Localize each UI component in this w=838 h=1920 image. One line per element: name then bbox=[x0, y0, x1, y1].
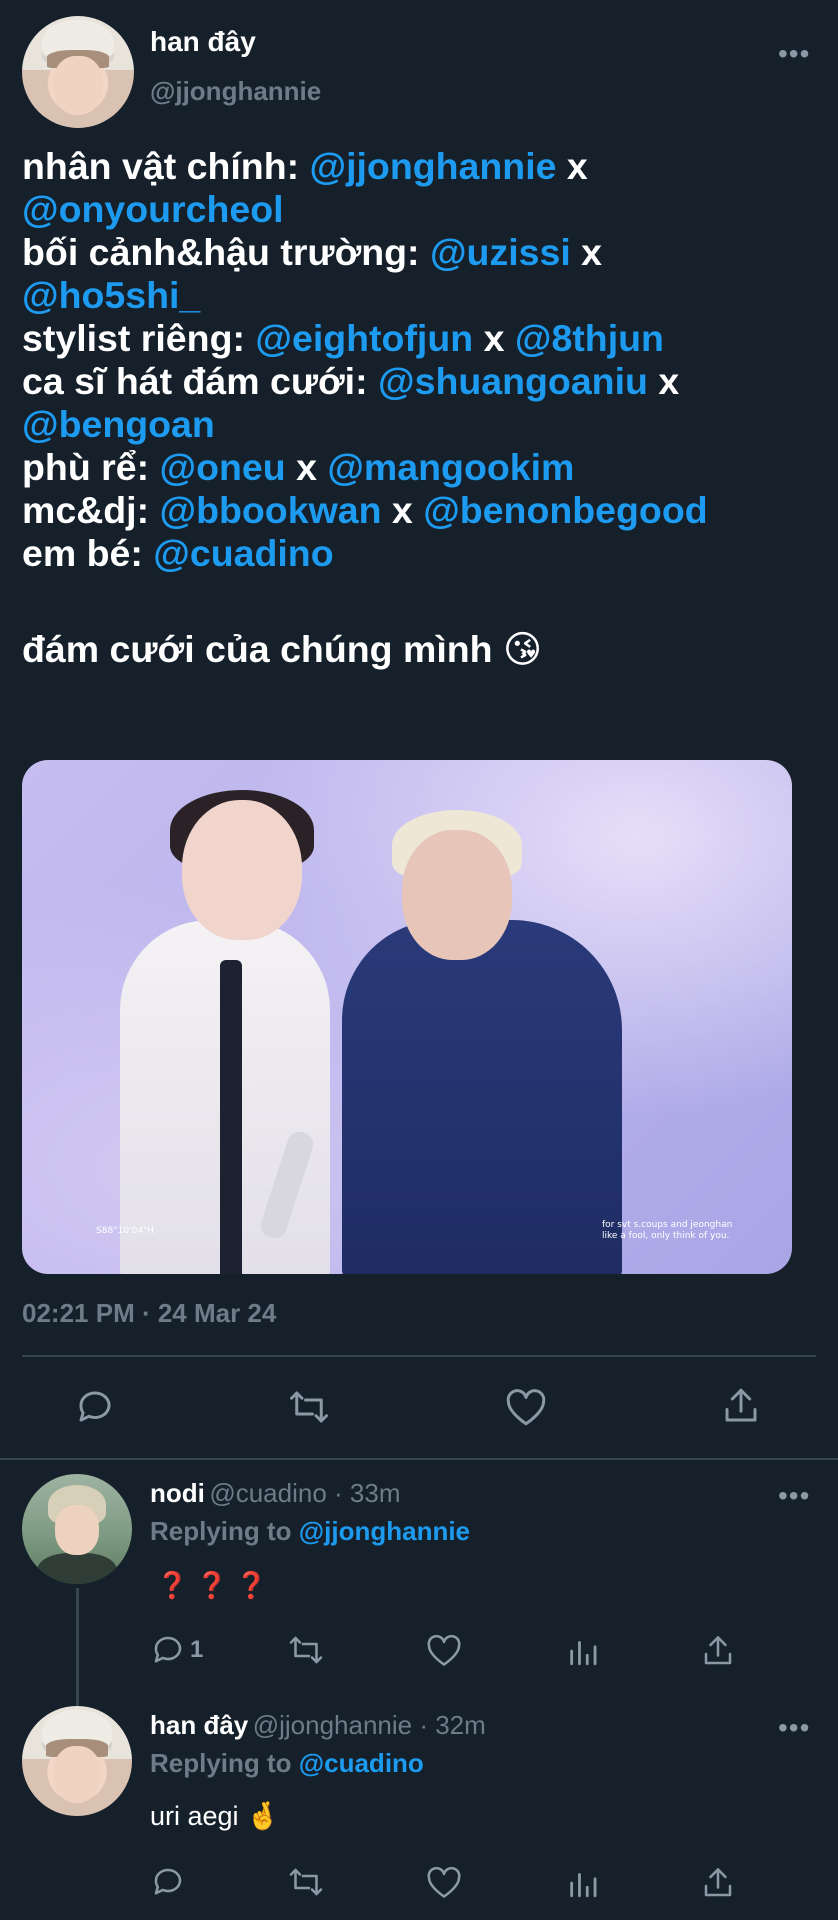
reply-avatar[interactable] bbox=[22, 1706, 132, 1816]
author-handle[interactable]: @jjonghannie bbox=[150, 76, 321, 107]
line-separator: x bbox=[556, 145, 588, 187]
reply-icon[interactable] bbox=[74, 1386, 116, 1433]
photo-caption-right: for svt s.coups and jeonghan like a fool… bbox=[602, 1220, 732, 1242]
share-icon[interactable] bbox=[720, 1384, 762, 1433]
mention-link[interactable]: @cuadino bbox=[153, 532, 333, 574]
photo-figure-right-face bbox=[402, 830, 512, 960]
analytics-icon[interactable] bbox=[566, 1866, 600, 1905]
replying-to-link[interactable]: @cuadino bbox=[299, 1748, 424, 1778]
line-text: em bé: bbox=[22, 532, 154, 574]
reply-action-reply[interactable]: 1 bbox=[150, 1632, 203, 1668]
retweet-icon[interactable] bbox=[286, 1632, 326, 1673]
reply-meta[interactable]: @jjonghannie · 32m bbox=[253, 1710, 486, 1740]
reply-author-name[interactable]: han đây bbox=[150, 1710, 248, 1740]
line-separator: x bbox=[570, 231, 603, 273]
tweet-line: nhân vật chính: @jjonghannie x bbox=[22, 145, 822, 188]
mention-link[interactable]: @oneu bbox=[160, 446, 286, 488]
divider bbox=[0, 1458, 838, 1460]
mention-link[interactable]: @ho5shi_ bbox=[22, 274, 200, 316]
mention-link[interactable]: @jjonghannie bbox=[310, 145, 557, 187]
reply-header: nodi @cuadino · 33m bbox=[150, 1478, 400, 1509]
reply-count: 1 bbox=[190, 1636, 204, 1663]
replying-to-link[interactable]: @jjonghannie bbox=[299, 1516, 470, 1546]
photo-caption-left: S88°10'04"H bbox=[96, 1226, 154, 1236]
reply-author-name[interactable]: nodi bbox=[150, 1478, 205, 1508]
line-separator: x bbox=[381, 489, 424, 531]
photo-figure-left-tie bbox=[220, 960, 242, 1274]
line-text: bối cảnh&hậu trường: bbox=[22, 231, 430, 273]
line-text: mc&dj: bbox=[22, 489, 160, 531]
retweet-icon[interactable] bbox=[286, 1864, 326, 1905]
author-name[interactable]: han đây bbox=[150, 26, 256, 58]
reply-meta[interactable]: @cuadino · 33m bbox=[209, 1478, 400, 1508]
like-icon[interactable] bbox=[426, 1634, 462, 1673]
replying-prefix: Replying to bbox=[150, 1748, 299, 1778]
tweet-body: nhân vật chính: @jjonghannie x @onyourch… bbox=[22, 145, 822, 575]
line-separator: x bbox=[285, 446, 328, 488]
tweet-line: stylist riêng: @eightofjun x @8thjun bbox=[22, 317, 822, 360]
replying-to: Replying to @jjonghannie bbox=[150, 1516, 470, 1547]
line-separator: x bbox=[647, 360, 680, 402]
photo-figure-right bbox=[342, 920, 622, 1274]
avatar-face bbox=[55, 1504, 99, 1556]
reply-icon[interactable] bbox=[150, 1632, 186, 1668]
reply-text: ❓ ❓ ❓ bbox=[156, 1570, 268, 1600]
reply-icon[interactable] bbox=[150, 1864, 186, 1905]
mention-link[interactable]: @bengoan bbox=[22, 403, 215, 445]
like-icon[interactable] bbox=[426, 1866, 462, 1905]
line-separator: x bbox=[473, 317, 515, 359]
tweet-photo[interactable]: S88°10'04"H for svt s.coups and jeonghan… bbox=[22, 760, 792, 1274]
reply-text: uri aegi 🤞 bbox=[150, 1801, 280, 1831]
thread-line bbox=[76, 1588, 79, 1706]
divider bbox=[22, 1355, 816, 1357]
tweet-line: @bengoan bbox=[22, 403, 822, 446]
tweet-line: em bé: @cuadino bbox=[22, 532, 822, 575]
more-options-icon[interactable]: ••• bbox=[778, 40, 810, 68]
tweet-line: @onyourcheol bbox=[22, 188, 822, 231]
tweet-line: bối cảnh&hậu trường: @uzissi x bbox=[22, 231, 822, 274]
tweet-line: mc&dj: @bbookwan x @benonbegood bbox=[22, 489, 822, 532]
reply-header: han đây @jjonghannie · 32m bbox=[150, 1710, 486, 1741]
line-text: ca sĩ hát đám cưới: bbox=[22, 360, 379, 402]
photo-caption-line: for svt s.coups and jeonghan bbox=[602, 1220, 733, 1230]
mention-link[interactable]: @8thjun bbox=[515, 317, 664, 359]
share-icon[interactable] bbox=[700, 1864, 736, 1907]
mention-link[interactable]: @uzissi bbox=[430, 231, 571, 273]
replying-to: Replying to @cuadino bbox=[150, 1748, 424, 1779]
reply-avatar[interactable] bbox=[22, 1474, 132, 1584]
avatar-face bbox=[53, 56, 103, 115]
analytics-icon[interactable] bbox=[566, 1634, 600, 1673]
photo-caption-line: like a fool, only think of you. bbox=[602, 1231, 730, 1241]
share-icon[interactable] bbox=[700, 1632, 736, 1675]
mention-link[interactable]: @bbookwan bbox=[160, 489, 382, 531]
mention-link[interactable]: @onyourcheol bbox=[22, 188, 284, 230]
line-text: phù rể: bbox=[22, 446, 160, 488]
like-icon[interactable] bbox=[505, 1388, 547, 1433]
avatar-shirt bbox=[37, 1553, 117, 1584]
avatar-face bbox=[52, 1745, 102, 1803]
tweet-line: phù rể: @oneu x @mangookim bbox=[22, 446, 822, 489]
tweet-line: ca sĩ hát đám cưới: @shuangoaniu x bbox=[22, 360, 822, 403]
photo-figure-left-face bbox=[182, 800, 302, 940]
more-options-icon[interactable]: ••• bbox=[778, 1714, 810, 1742]
line-text: nhân vật chính: bbox=[22, 145, 310, 187]
mention-link[interactable]: @mangookim bbox=[327, 446, 574, 488]
more-options-icon[interactable]: ••• bbox=[778, 1482, 810, 1510]
replying-prefix: Replying to bbox=[150, 1516, 299, 1546]
tweet-line: @ho5shi_ bbox=[22, 274, 822, 317]
tweet-timestamp[interactable]: 02:21 PM · 24 Mar 24 bbox=[22, 1298, 276, 1329]
line-text: stylist riêng: bbox=[22, 317, 256, 359]
author-avatar[interactable] bbox=[22, 16, 134, 128]
retweet-icon[interactable] bbox=[286, 1386, 332, 1433]
mention-link[interactable]: @shuangoaniu bbox=[378, 360, 648, 402]
mention-link[interactable]: @eightofjun bbox=[255, 317, 473, 359]
tweet-closing-line: đám cưới của chúng mình 😘 bbox=[22, 628, 543, 670]
mention-link[interactable]: @benonbegood bbox=[423, 489, 707, 531]
